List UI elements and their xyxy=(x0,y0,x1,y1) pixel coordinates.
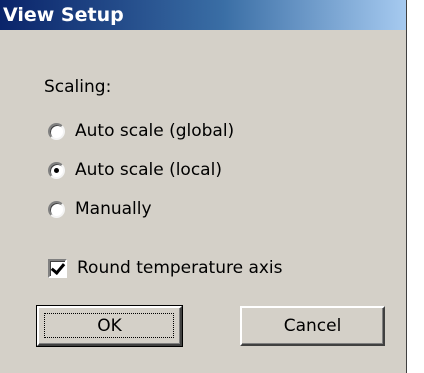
radio-button-icon[interactable] xyxy=(48,200,65,218)
checkbox-checked-icon[interactable] xyxy=(48,258,67,278)
cancel-button-label: Cancel xyxy=(283,316,342,336)
radio-auto-scale-local-label: Auto scale (local) xyxy=(75,160,222,180)
title-bar[interactable]: View Setup xyxy=(0,0,406,30)
round-temperature-axis-label: Round temperature axis xyxy=(77,258,283,278)
round-temperature-axis-checkbox[interactable]: Round temperature axis xyxy=(48,257,283,279)
ok-button-label: OK xyxy=(97,316,122,336)
cancel-button[interactable]: Cancel xyxy=(240,306,385,346)
view-setup-dialog: View Setup Scaling: Auto scale (global) … xyxy=(0,0,407,373)
radio-auto-scale-global-label: Auto scale (global) xyxy=(75,121,235,141)
window-title: View Setup xyxy=(3,4,124,26)
radio-auto-scale-global[interactable]: Auto scale (global) xyxy=(48,120,234,142)
ok-button[interactable]: OK xyxy=(36,305,183,347)
radio-manually-label: Manually xyxy=(75,199,152,219)
radio-auto-scale-local[interactable]: Auto scale (local) xyxy=(48,159,222,181)
radio-button-icon[interactable] xyxy=(48,122,65,140)
radio-manually[interactable]: Manually xyxy=(48,198,152,220)
radio-button-selected-icon[interactable] xyxy=(48,161,65,179)
scaling-label: Scaling: xyxy=(44,77,112,97)
